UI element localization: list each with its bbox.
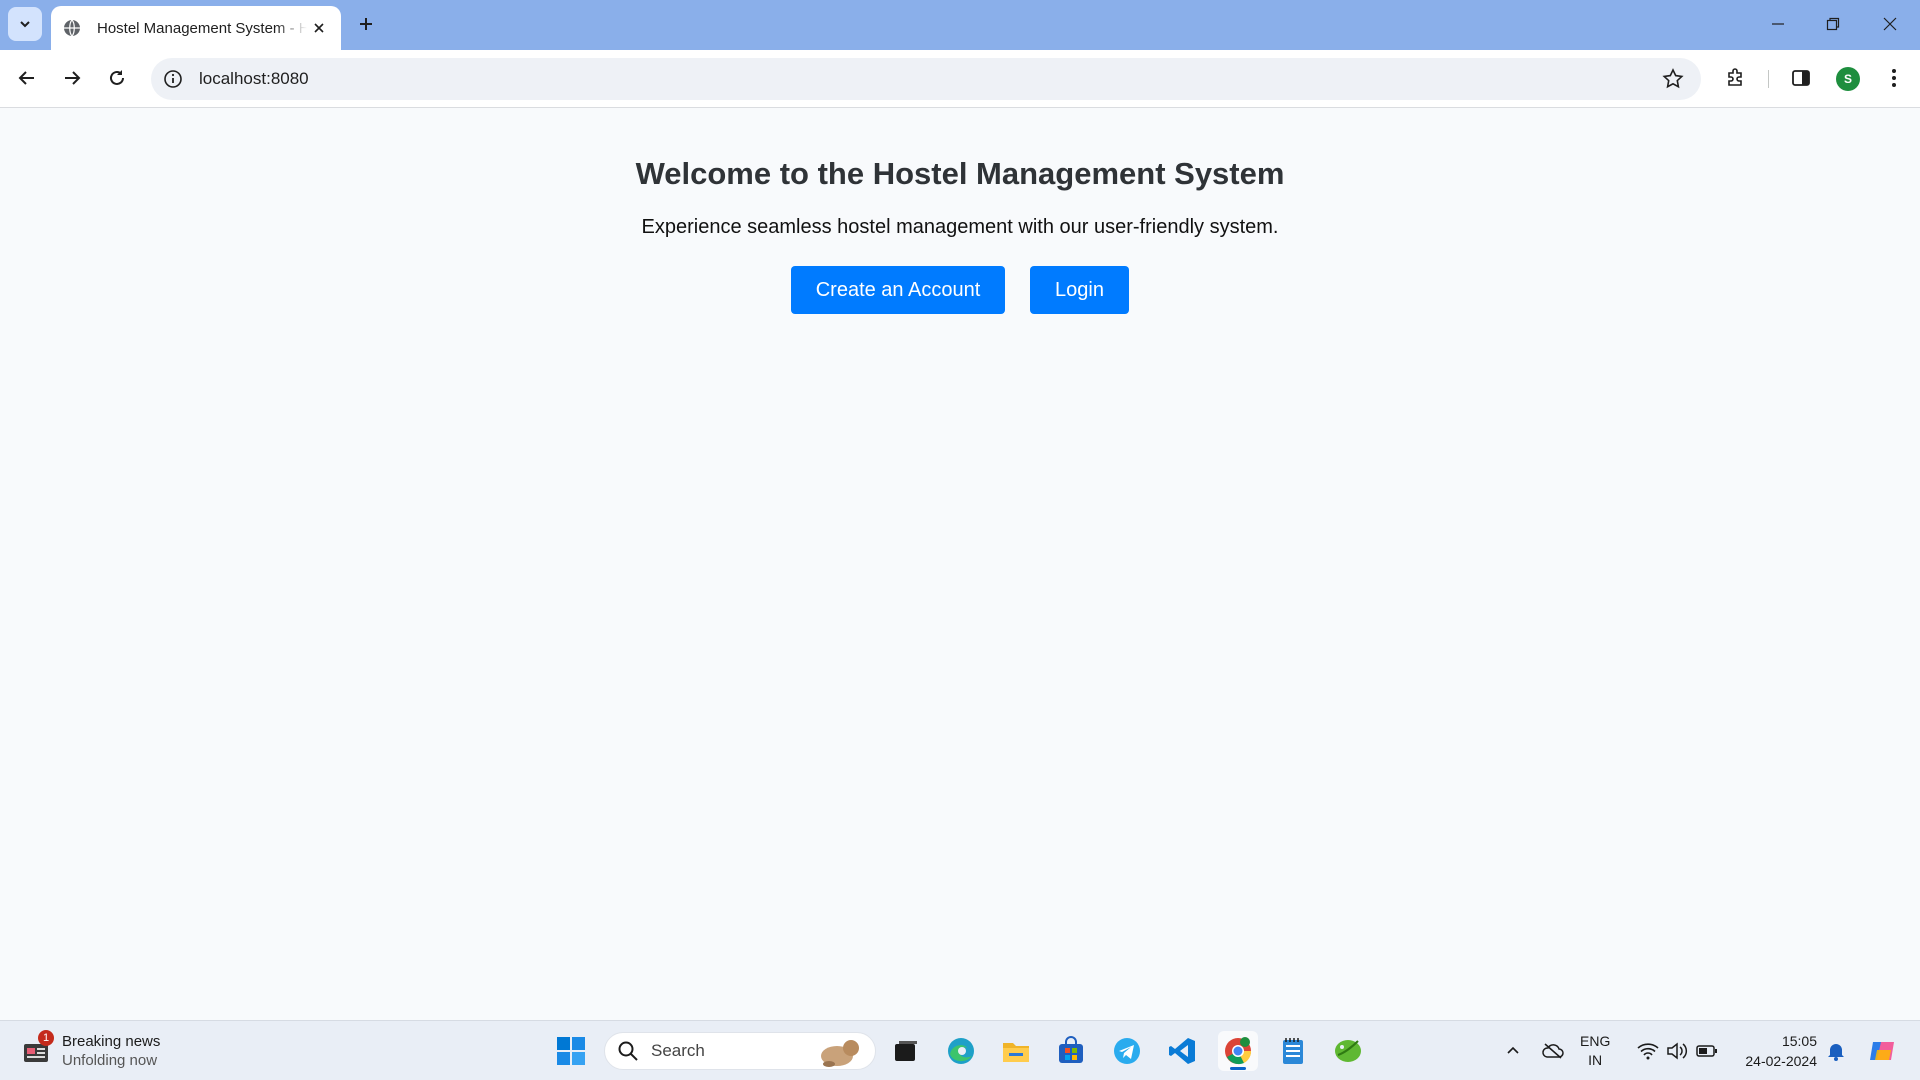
news-badge: 1 (38, 1030, 54, 1046)
puzzle-icon (1728, 68, 1742, 86)
taskbar-edge[interactable] (941, 1031, 981, 1071)
battery-icon (1696, 1045, 1717, 1057)
search-placeholder: Search (651, 1041, 705, 1060)
plus-icon (360, 18, 372, 30)
clock-time: 15:05 (1781, 1033, 1817, 1049)
create-account-button[interactable]: Create an Account (791, 266, 1005, 314)
taskbar-chrome[interactable] (1218, 1031, 1258, 1071)
show-hidden-icons-button[interactable] (1501, 1039, 1525, 1063)
news-widget[interactable]: 1 Breaking news Unfolding now (22, 1028, 182, 1074)
chrome-icon (1225, 1037, 1252, 1065)
side-panel-button[interactable] (1785, 62, 1817, 94)
taskbar-notepad[interactable] (1273, 1031, 1313, 1071)
vscode-icon (1169, 1038, 1195, 1064)
language-indicator[interactable]: ENG IN (1580, 1032, 1610, 1070)
globe-icon (64, 19, 80, 37)
wifi-button[interactable] (1636, 1039, 1660, 1063)
notifications-button[interactable] (1824, 1039, 1848, 1063)
taskbar-file-explorer[interactable] (996, 1031, 1036, 1071)
close-tab-icon[interactable] (309, 18, 329, 38)
back-button[interactable] (9, 60, 45, 96)
onedrive-button[interactable] (1541, 1039, 1565, 1063)
close-window-button[interactable] (1870, 6, 1910, 42)
clock-date: 24-02-2024 (1745, 1053, 1817, 1069)
bookmark-star-icon[interactable] (1661, 67, 1685, 91)
start-button[interactable] (551, 1031, 591, 1071)
news-subtitle: Unfolding now (62, 1052, 158, 1069)
cloud-off-icon (1542, 1043, 1564, 1059)
app-icon (1335, 1040, 1361, 1062)
volume-icon (1667, 1042, 1688, 1060)
taskbar-search[interactable]: Search (604, 1032, 876, 1070)
extensions-button[interactable] (1720, 62, 1752, 94)
taskbar-app[interactable] (1328, 1031, 1368, 1071)
tab-search-button[interactable] (8, 7, 42, 41)
profile-avatar[interactable]: S (1836, 67, 1860, 91)
arrow-right-icon (65, 71, 81, 85)
file-explorer-icon (1003, 1043, 1029, 1062)
url-text[interactable]: localhost:8080 (199, 69, 309, 89)
arrow-left-icon (18, 71, 34, 85)
taskbar-vscode[interactable] (1162, 1031, 1202, 1071)
news-icon: 1 (22, 1030, 54, 1066)
news-title: Breaking news (62, 1033, 161, 1050)
notepad-icon (1283, 1038, 1303, 1064)
active-app-indicator (1230, 1067, 1246, 1070)
chevron-down-icon (20, 21, 30, 28)
language-code: ENG (1580, 1033, 1611, 1049)
search-icon (618, 1041, 638, 1061)
restore-icon (1826, 17, 1840, 31)
browser-tab-bar: Hostel Management System - Home (0, 0, 1920, 50)
restore-button[interactable] (1813, 6, 1853, 42)
bell-icon (1828, 1044, 1844, 1061)
forward-button[interactable] (54, 60, 90, 96)
site-info-icon[interactable] (161, 67, 185, 91)
windows-start-icon (557, 1037, 585, 1065)
clock[interactable]: 15:05 24-02-2024 (1735, 1031, 1817, 1071)
chevron-up-icon (1507, 1046, 1519, 1054)
page-content: Welcome to the Hostel Management System … (0, 109, 1920, 1020)
minimize-icon (1772, 23, 1784, 25)
minimize-button[interactable] (1758, 6, 1798, 42)
new-tab-button[interactable] (352, 10, 380, 38)
telegram-icon (1114, 1038, 1140, 1064)
close-icon (1883, 17, 1897, 31)
side-panel-icon (1792, 70, 1810, 86)
login-button[interactable]: Login (1030, 266, 1129, 314)
menu-button[interactable] (1878, 62, 1910, 94)
store-icon (1059, 1036, 1083, 1063)
battery-button[interactable] (1695, 1039, 1719, 1063)
browser-tab[interactable]: Hostel Management System - Home (51, 6, 341, 50)
page-subtitle: Experience seamless hostel management wi… (641, 216, 1279, 238)
taskbar-task-view[interactable] (886, 1031, 926, 1071)
reload-icon (110, 70, 124, 85)
copilot-icon (1870, 1042, 1894, 1060)
edge-icon (948, 1038, 974, 1064)
task-view-icon (895, 1041, 917, 1061)
reload-button[interactable] (99, 60, 135, 96)
region-code: IN (1588, 1052, 1603, 1068)
taskbar-store[interactable] (1051, 1031, 1091, 1071)
address-bar[interactable]: localhost:8080 (151, 58, 1701, 100)
more-vertical-icon (1892, 69, 1896, 87)
search-highlight-icon (821, 1040, 859, 1067)
volume-button[interactable] (1665, 1039, 1689, 1063)
taskbar-telegram[interactable] (1107, 1031, 1147, 1071)
taskbar: 1 Breaking news Unfolding now Search ENG… (0, 1020, 1920, 1080)
tab-title: Hostel Management System - Home (97, 19, 307, 37)
wifi-icon (1637, 1043, 1659, 1060)
browser-toolbar: localhost:8080 (0, 50, 1920, 108)
copilot-button[interactable] (1867, 1036, 1897, 1066)
page-title: Welcome to the Hostel Management System (635, 156, 1285, 191)
toolbar-divider (1768, 70, 1769, 88)
